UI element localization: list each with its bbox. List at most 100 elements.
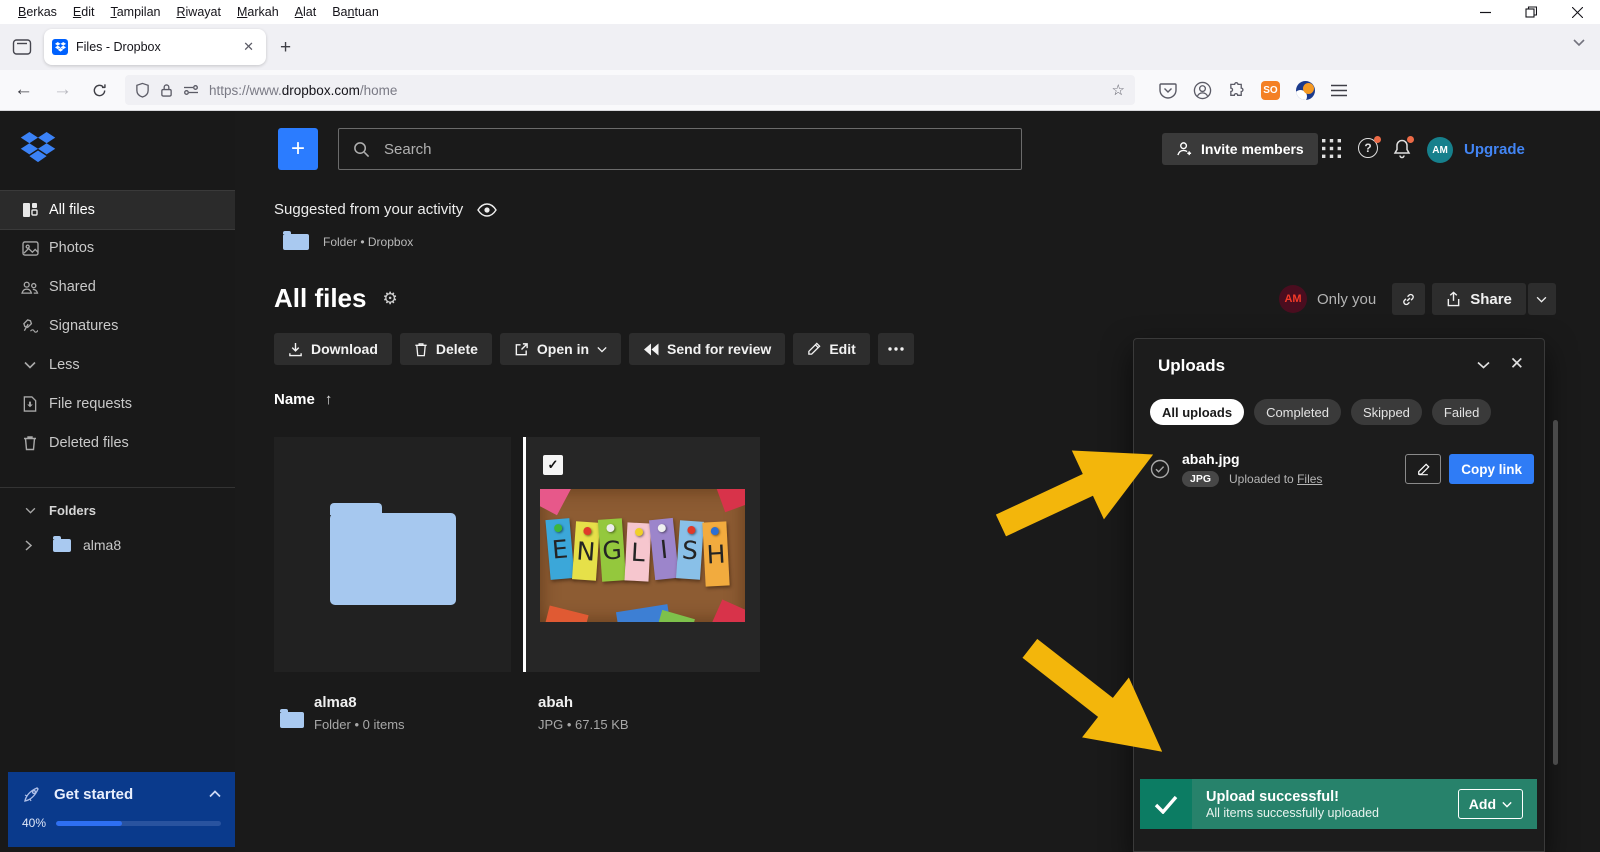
tab-title: Files - Dropbox [76, 40, 239, 54]
file-card-alma8[interactable] [274, 437, 511, 672]
add-label: Add [1469, 796, 1496, 812]
sidebar-item-photos[interactable]: Photos [0, 229, 235, 267]
bookmark-star-icon[interactable]: ☆ [1112, 81, 1125, 99]
sort-header-name[interactable]: Name ↑ [274, 391, 332, 408]
search-bar[interactable] [338, 128, 1022, 170]
share-dropdown-button[interactable] [1528, 283, 1556, 315]
sidebar-item-label: Signatures [49, 318, 118, 334]
menu-file[interactable]: Berkas [10, 0, 65, 24]
firefox-view-icon[interactable] [12, 38, 32, 56]
gear-icon[interactable]: ⚙ [382, 289, 397, 309]
file-caption-alma8[interactable]: alma8 Folder • 0 items [280, 694, 405, 732]
app-menu-icon[interactable] [1331, 84, 1347, 97]
search-input[interactable] [382, 140, 1007, 159]
add-dropdown-button[interactable]: Add [1458, 789, 1523, 819]
file-checkbox[interactable]: ✓ [543, 455, 563, 475]
shield-icon[interactable] [135, 82, 150, 98]
sidebar-item-label: All files [49, 202, 95, 218]
forward-icon[interactable]: → [53, 79, 72, 101]
rename-pencil-button[interactable] [1405, 454, 1441, 484]
lock-icon[interactable] [160, 83, 173, 98]
delete-button[interactable]: Delete [400, 333, 492, 365]
file-name[interactable]: abah [538, 694, 629, 711]
sidebar-item-signatures[interactable]: Signatures [0, 307, 235, 345]
share-button[interactable]: Share [1432, 283, 1526, 315]
window-restore-button[interactable] [1508, 0, 1554, 24]
send-for-review-label: Send for review [667, 341, 771, 357]
filter-all-uploads[interactable]: All uploads [1150, 399, 1244, 425]
invite-members-button[interactable]: Invite members [1162, 133, 1318, 165]
collapse-chevron-icon[interactable] [1477, 361, 1490, 369]
suggested-title: Suggested from your activity [274, 201, 463, 218]
copy-link-icon-button[interactable] [1392, 283, 1425, 315]
dropbox-logo[interactable] [20, 132, 56, 163]
get-started-panel[interactable]: Get started 40% [8, 772, 235, 847]
menu-tools[interactable]: Alat [287, 0, 325, 24]
window-minimize-button[interactable] [1462, 0, 1508, 24]
create-plus-button[interactable]: + [278, 128, 318, 170]
apps-grid-icon[interactable] [1322, 139, 1341, 158]
extension-so-icon[interactable]: SO [1261, 81, 1280, 100]
pocket-icon[interactable] [1159, 82, 1177, 99]
menu-edit[interactable]: Edit [65, 0, 103, 24]
suggested-card[interactable]: Folder • Dropbox [283, 234, 413, 250]
notifications-bell-icon[interactable] [1392, 138, 1412, 159]
upload-item-row[interactable]: abah.jpg JPG Uploaded to Files Copy link [1134, 443, 1546, 495]
list-all-tabs-icon[interactable] [1572, 38, 1586, 47]
file-caption-abah[interactable]: abah JPG • 67.15 KB [538, 694, 629, 732]
copy-link-button[interactable]: Copy link [1449, 454, 1534, 484]
filter-completed[interactable]: Completed [1254, 399, 1341, 425]
sidebar-item-label: Photos [49, 240, 94, 256]
uploaded-to-link[interactable]: Files [1297, 472, 1322, 486]
download-button[interactable]: Download [274, 333, 392, 365]
uploads-panel: Uploads ✕ All uploads Completed Skipped … [1133, 338, 1545, 852]
window-close-button[interactable] [1554, 0, 1600, 24]
window-controls [1462, 0, 1600, 24]
chevron-up-icon[interactable] [209, 790, 221, 798]
account-icon[interactable] [1193, 81, 1212, 100]
bell-notification-dot [1407, 136, 1414, 143]
sidebar-item-less[interactable]: Less [0, 346, 235, 384]
menu-help[interactable]: Bantuan [324, 0, 387, 24]
sidebar-folders-header[interactable]: Folders [0, 498, 235, 522]
extension-swirl-icon[interactable] [1296, 81, 1315, 100]
paper-scrap [543, 606, 588, 622]
file-card-abah[interactable]: ✓ E N G L I S H [523, 437, 760, 672]
sort-ascending-icon[interactable]: ↑ [325, 391, 333, 408]
sidebar-item-deleted-files[interactable]: Deleted files [0, 424, 235, 462]
url-bar[interactable]: https://www.dropbox.com/home ☆ [125, 75, 1135, 105]
browser-tab-active[interactable]: Files - Dropbox ✕ [44, 29, 266, 65]
chevron-right-icon[interactable] [23, 540, 33, 551]
eye-icon[interactable] [477, 203, 497, 217]
page-scrollbar[interactable] [1553, 420, 1558, 765]
tab-close-icon[interactable]: ✕ [239, 37, 258, 57]
back-icon[interactable]: ← [14, 79, 33, 101]
sidebar-item-file-requests[interactable]: File requests [0, 385, 235, 423]
owner-avatar[interactable]: AM [1279, 285, 1307, 313]
upgrade-link[interactable]: Upgrade [1464, 141, 1525, 158]
extensions-puzzle-icon[interactable] [1228, 82, 1245, 99]
new-tab-button[interactable]: + [280, 38, 291, 57]
sidebar-folder-alma8[interactable]: alma8 [0, 526, 235, 564]
browser-menubar: Berkas Edit Tampilan Riwayat Markah Alat… [0, 0, 1600, 24]
close-icon[interactable]: ✕ [1510, 354, 1524, 374]
upload-file-name: abah.jpg [1182, 451, 1405, 467]
paper-scrap [655, 610, 695, 622]
file-name[interactable]: alma8 [314, 694, 405, 711]
sidebar-item-all-files[interactable]: All files [0, 190, 235, 230]
edit-button[interactable]: Edit [793, 333, 869, 365]
send-for-review-button[interactable]: Send for review [629, 333, 785, 365]
permissions-icon[interactable] [183, 84, 199, 96]
user-avatar[interactable]: AM [1427, 137, 1453, 163]
help-icon[interactable]: ? [1358, 138, 1378, 158]
sidebar-item-shared[interactable]: Shared [0, 268, 235, 306]
menu-view[interactable]: Tampilan [102, 0, 168, 24]
more-actions-button[interactable] [878, 333, 914, 365]
reload-icon[interactable] [92, 83, 107, 98]
menu-history[interactable]: Riwayat [169, 0, 229, 24]
open-in-button[interactable]: Open in [500, 333, 621, 365]
filter-skipped[interactable]: Skipped [1351, 399, 1422, 425]
menu-bookmarks[interactable]: Markah [229, 0, 287, 24]
owner-label: Only you [1317, 291, 1376, 308]
filter-failed[interactable]: Failed [1432, 399, 1491, 425]
